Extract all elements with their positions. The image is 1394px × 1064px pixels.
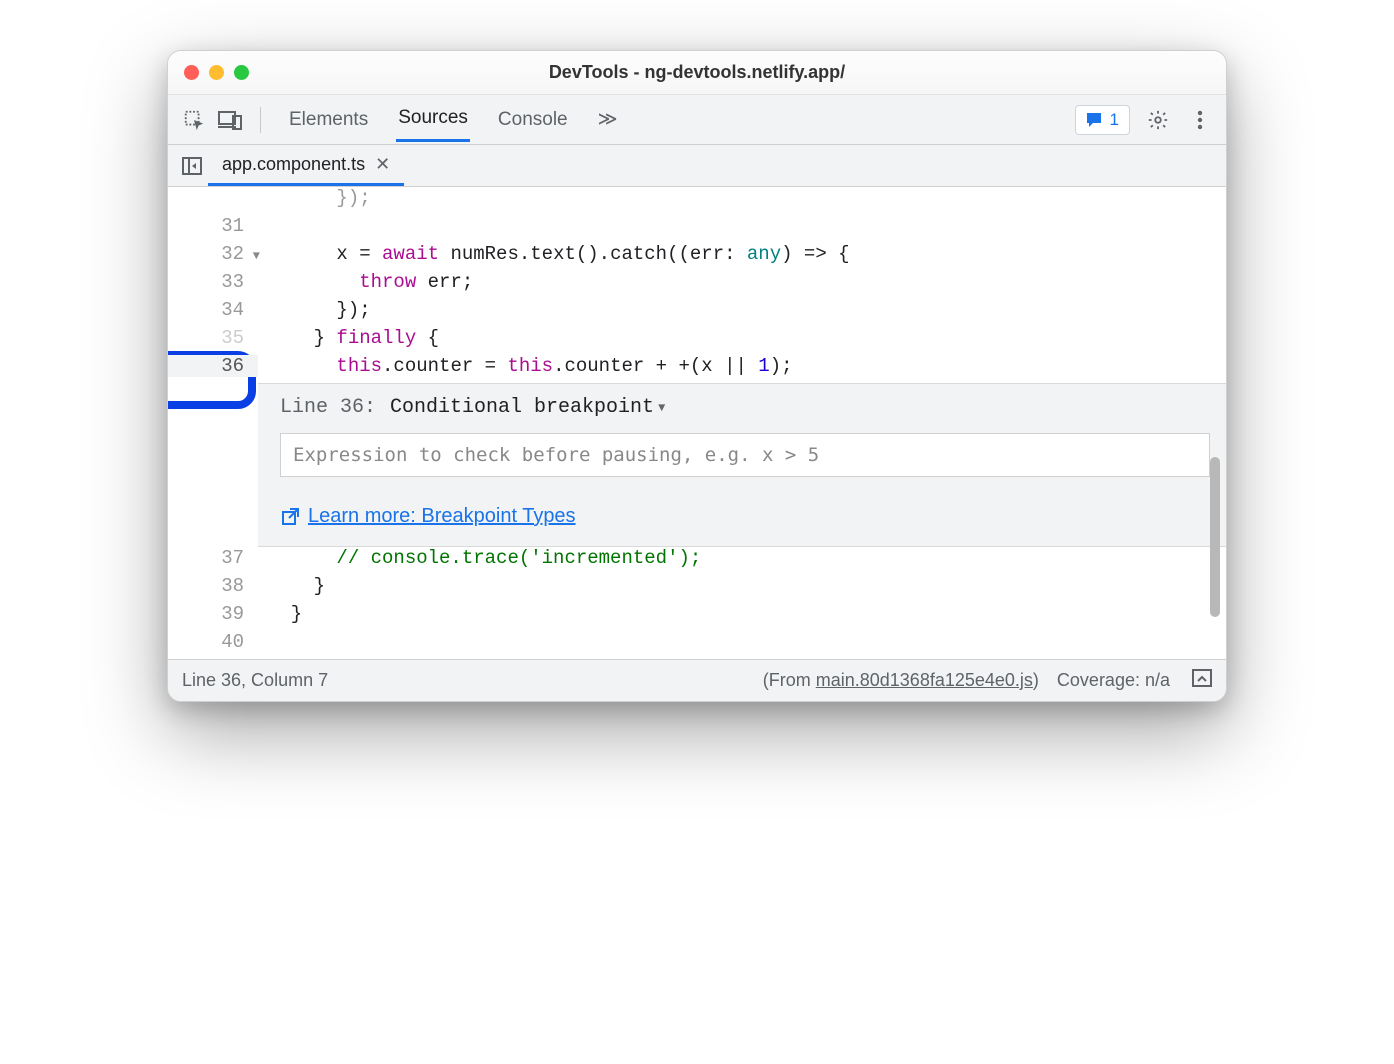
- tab-overflow[interactable]: ≫: [596, 98, 620, 141]
- toolbar-divider: [260, 107, 261, 133]
- inspect-element-icon[interactable]: [180, 106, 208, 134]
- line-number[interactable]: 39: [168, 603, 258, 625]
- device-toolbar-icon[interactable]: [216, 106, 244, 134]
- window-title: DevTools - ng-devtools.netlify.app/: [168, 62, 1226, 83]
- learn-more-link[interactable]: Learn more: Breakpoint Types: [308, 505, 576, 528]
- maximize-window-button[interactable]: [234, 65, 249, 80]
- titlebar: DevTools - ng-devtools.netlify.app/: [168, 51, 1226, 95]
- code-line: // console.trace('incremented');: [258, 547, 701, 569]
- close-tab-icon[interactable]: ✕: [375, 154, 390, 175]
- source-file-link[interactable]: main.80d1368fa125e4e0.js: [816, 670, 1033, 690]
- code-line: });: [258, 187, 371, 209]
- panel-tabs: Elements Sources Console ≫: [287, 97, 620, 142]
- breakpoint-editor-panel: Line 36: Conditional breakpoint▼ Learn m…: [258, 383, 1226, 547]
- minimize-window-button[interactable]: [209, 65, 224, 80]
- line-number[interactable]: 32▼: [168, 243, 258, 265]
- navigator-toggle-icon[interactable]: [176, 145, 208, 186]
- line-number[interactable]: 37: [168, 547, 258, 569]
- settings-icon[interactable]: [1144, 106, 1172, 134]
- close-window-button[interactable]: [184, 65, 199, 80]
- line-number[interactable]: 33: [168, 271, 258, 293]
- file-tab-row: app.component.ts ✕: [168, 145, 1226, 187]
- tab-console[interactable]: Console: [496, 99, 570, 141]
- code-line: } finally {: [258, 327, 439, 349]
- line-number[interactable]: 35: [168, 327, 258, 349]
- devtools-window: DevTools - ng-devtools.netlify.app/ Elem…: [167, 50, 1227, 702]
- console-drawer-toggle-icon[interactable]: [1192, 669, 1212, 692]
- line-number-highlighted[interactable]: 36: [168, 355, 258, 377]
- code-line: x = await numRes.text().catch((err: any)…: [258, 243, 850, 265]
- tab-sources[interactable]: Sources: [396, 97, 470, 142]
- breakpoint-type-dropdown[interactable]: Conditional breakpoint▼: [390, 396, 665, 419]
- code-line: });: [258, 299, 371, 321]
- breakpoint-condition-input[interactable]: [280, 433, 1210, 477]
- issues-chip[interactable]: 1: [1075, 105, 1130, 135]
- line-number[interactable]: 38: [168, 575, 258, 597]
- external-link-icon: [280, 507, 300, 527]
- file-tab-label: app.component.ts: [222, 154, 365, 175]
- main-toolbar: Elements Sources Console ≫ 1: [168, 95, 1226, 145]
- line-number[interactable]: 40: [168, 631, 258, 653]
- from-label: (From: [763, 670, 816, 690]
- code-editor[interactable]: }); 31 32▼ x = await numRes.text().catch…: [168, 187, 1226, 659]
- line-number[interactable]: 34: [168, 299, 258, 321]
- code-line: }: [258, 575, 325, 597]
- file-tab-app-component[interactable]: app.component.ts ✕: [208, 145, 404, 186]
- code-line: }: [258, 603, 302, 625]
- chevron-down-icon: ▼: [658, 401, 665, 415]
- tab-elements[interactable]: Elements: [287, 99, 370, 141]
- cursor-position: Line 36, Column 7: [182, 670, 328, 691]
- kebab-menu-icon[interactable]: [1186, 106, 1214, 134]
- code-line: this.counter = this.counter + +(x || 1);: [258, 355, 793, 377]
- line-number[interactable]: 31: [168, 215, 258, 237]
- scrollbar-thumb[interactable]: [1210, 457, 1220, 617]
- traffic-lights: [184, 65, 249, 80]
- code-line: throw err;: [258, 271, 473, 293]
- breakpoint-line-label: Line 36:: [280, 396, 376, 419]
- issues-count: 1: [1110, 110, 1119, 130]
- coverage-status: Coverage: n/a: [1057, 670, 1170, 691]
- status-bar: Line 36, Column 7 (From main.80d1368fa12…: [168, 659, 1226, 701]
- fold-icon[interactable]: ▼: [253, 249, 260, 263]
